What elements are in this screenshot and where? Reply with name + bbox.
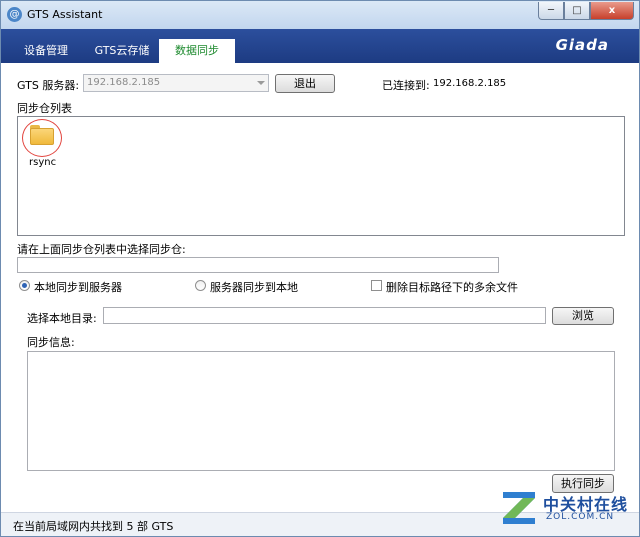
list-item[interactable]: rsync	[22, 119, 64, 169]
delete-extra-label: 删除目标路径下的多余文件	[386, 281, 518, 294]
local-dir-input[interactable]	[103, 307, 546, 324]
server-select-value: 192.168.2.185	[87, 77, 161, 88]
logout-button[interactable]: 退出	[275, 74, 335, 93]
status-text: 在当前局域网内共找到 5 部 GTS	[13, 520, 174, 533]
window-title: GTS Assistant	[27, 8, 103, 21]
tab-device-management[interactable]: 设备管理	[11, 39, 81, 63]
local-dir-label: 选择本地目录:	[27, 312, 97, 325]
zol-watermark: 中关村在线 ZOL.COM.CN	[501, 488, 635, 534]
select-repo-label: 请在上面同步仓列表中选择同步仓:	[17, 243, 186, 256]
sync-info-box[interactable]	[27, 351, 615, 471]
server-label: GTS 服务器:	[17, 79, 80, 92]
minimize-button[interactable]: ─	[538, 2, 564, 20]
server-to-local-label: 服务器同步到本地	[210, 281, 298, 294]
browse-button[interactable]: 浏览	[552, 307, 614, 325]
chevron-down-icon	[257, 81, 265, 85]
connected-label: 已连接到:	[382, 79, 430, 92]
tab-gts-cloud-storage[interactable]: GTS云存储	[87, 39, 157, 63]
sync-list-label: 同步仓列表	[17, 102, 72, 115]
folder-icon	[30, 125, 54, 145]
radio-server-to-local[interactable]	[195, 280, 206, 291]
watermark-sub-text: ZOL.COM.CN	[546, 512, 615, 522]
giada-logo: Giada	[555, 36, 609, 54]
server-select[interactable]: 192.168.2.185	[83, 74, 269, 92]
zol-logo-icon	[503, 492, 535, 524]
delete-extra-checkbox[interactable]	[371, 280, 382, 291]
close-button[interactable]: x	[590, 2, 634, 20]
gts-assistant-window: @ GTS Assistant ─ □ x 设备管理 GTS云存储 数据同步 G…	[0, 0, 640, 537]
radio-local-to-server[interactable]	[19, 280, 30, 291]
list-item-label: rsync	[29, 157, 57, 168]
maximize-button[interactable]: □	[564, 2, 590, 20]
sync-info-label: 同步信息:	[27, 336, 75, 349]
title-bar: @ GTS Assistant ─ □ x	[1, 1, 639, 29]
app-icon: @	[7, 7, 22, 22]
window-controls: ─ □ x	[538, 2, 634, 21]
selected-repo-field[interactable]	[17, 257, 499, 273]
tab-data-sync[interactable]: 数据同步	[159, 39, 235, 63]
sync-repo-list[interactable]: rsync	[17, 116, 625, 236]
tab-bar: 设备管理 GTS云存储 数据同步 Giada	[1, 29, 639, 63]
local-to-server-label: 本地同步到服务器	[34, 281, 122, 294]
connected-value: 192.168.2.185	[433, 78, 507, 89]
